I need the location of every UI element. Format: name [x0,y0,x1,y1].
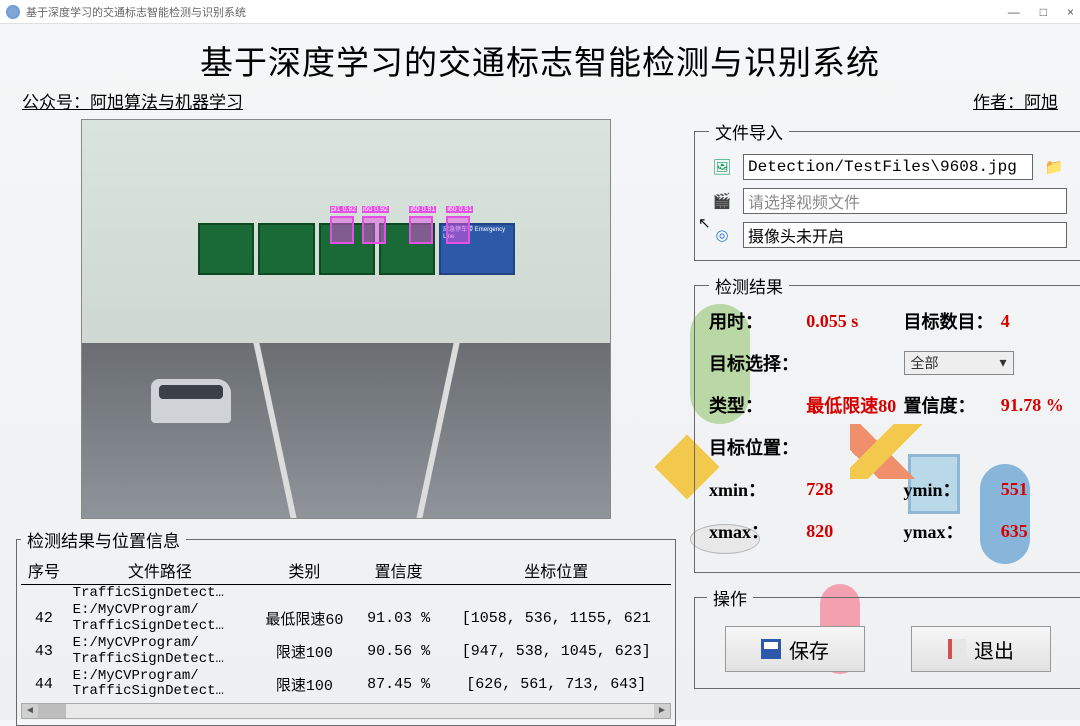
window-maximize-button[interactable]: □ [1040,5,1047,19]
credit-author: 作者：阿旭 [973,88,1058,113]
table-row[interactable]: 42 E:/MyCVProgram/TrafficSignDetect… 最低限… [21,602,671,635]
window-titlebar: 基于深度学习的交通标志智能检测与识别系统 — □ × [0,0,1080,24]
save-icon [761,639,781,659]
col-coord: 坐标位置 [441,556,671,585]
table-row[interactable]: 43 E:/MyCVProgram/TrafficSignDetect… 限速1… [21,635,671,668]
file-import-legend: 文件导入 [709,119,789,144]
horizontal-scrollbar[interactable]: ◄ ► [21,703,671,719]
pos-label: 目标位置： [709,434,1067,460]
camera-status-input[interactable]: 摄像头未开启 [743,222,1067,248]
exit-button[interactable]: 退出 [911,626,1051,672]
time-value: 0.055 s [806,311,899,332]
table-group: 检测结果与位置信息 序号 文件路径 类别 置信度 坐标位置 TrafficSig… [16,527,676,726]
window-minimize-button[interactable]: — [1008,5,1020,19]
col-index: 序号 [21,556,67,585]
image-path-input[interactable]: Detection/TestFiles\9608.jpg [743,154,1033,180]
camera-icon: ◎ [709,223,735,247]
scroll-thumb[interactable] [38,704,66,718]
exit-icon [948,639,966,659]
scroll-right-arrow[interactable]: ► [654,704,670,718]
actions-group: 操作 保存 退出 [694,585,1080,689]
col-conf: 置信度 [356,556,442,585]
scroll-left-arrow[interactable]: ◄ [22,704,38,718]
window-title: 基于深度学习的交通标志智能检测与识别系统 [26,4,246,20]
table-legend: 检测结果与位置信息 [21,527,186,552]
table-row[interactable]: TrafficSignDetect… [21,585,671,603]
results-legend: 检测结果 [709,273,789,298]
ymax-value: 635 [1001,521,1067,542]
table-row[interactable]: 44 E:/MyCVProgram/TrafficSignDetect… 限速1… [21,668,671,701]
col-class: 类别 [253,556,356,585]
app-icon [6,5,20,19]
save-button[interactable]: 保存 [725,626,865,672]
ymax-label: ymax： [904,518,997,544]
target-select[interactable]: 全部 ▾ [904,351,1014,375]
file-import-group: 文件导入 🖼 Detection/TestFiles\9608.jpg 📁 🎬 … [694,119,1080,261]
select-label: 目标选择： [709,350,802,376]
browse-image-button[interactable]: 📁 [1041,155,1067,179]
ymin-value: 551 [1001,479,1067,500]
credit-link-left[interactable]: 公众号：阿旭算法与机器学习 [22,88,243,113]
window-close-button[interactable]: × [1067,5,1074,19]
xmax-value: 820 [806,521,899,542]
count-label: 目标数目： [904,308,997,334]
type-label: 类型： [709,392,802,418]
page-title: 基于深度学习的交通标志智能检测与识别系统 [0,24,1080,84]
image-preview: 应急停车带 Emergency Line pl1 0.92 i60 0.92 i… [81,119,611,519]
xmax-label: xmax： [709,518,802,544]
video-path-input[interactable]: 请选择视频文件 [743,188,1067,214]
ymin-label: ymin： [904,476,997,502]
time-label: 用时： [709,308,802,334]
chevron-down-icon: ▾ [999,355,1006,372]
actions-legend: 操作 [707,585,753,610]
video-icon: 🎬 [709,189,735,213]
conf-label: 置信度： [904,392,997,418]
image-icon: 🖼 [709,155,735,179]
count-value: 4 [1001,311,1067,332]
col-path: 文件路径 [67,556,253,585]
xmin-value: 728 [806,479,899,500]
type-value: 最低限速80 [806,392,899,418]
cursor-icon: ↖ [698,214,711,232]
results-group: 检测结果 用时： 0.055 s 目标数目： 4 目标选择： 全部 ▾ 类型： [694,273,1080,573]
results-table: 序号 文件路径 类别 置信度 坐标位置 TrafficSignDetect… 4… [21,556,671,701]
conf-value: 91.78 % [1001,395,1067,416]
xmin-label: xmin： [709,476,802,502]
